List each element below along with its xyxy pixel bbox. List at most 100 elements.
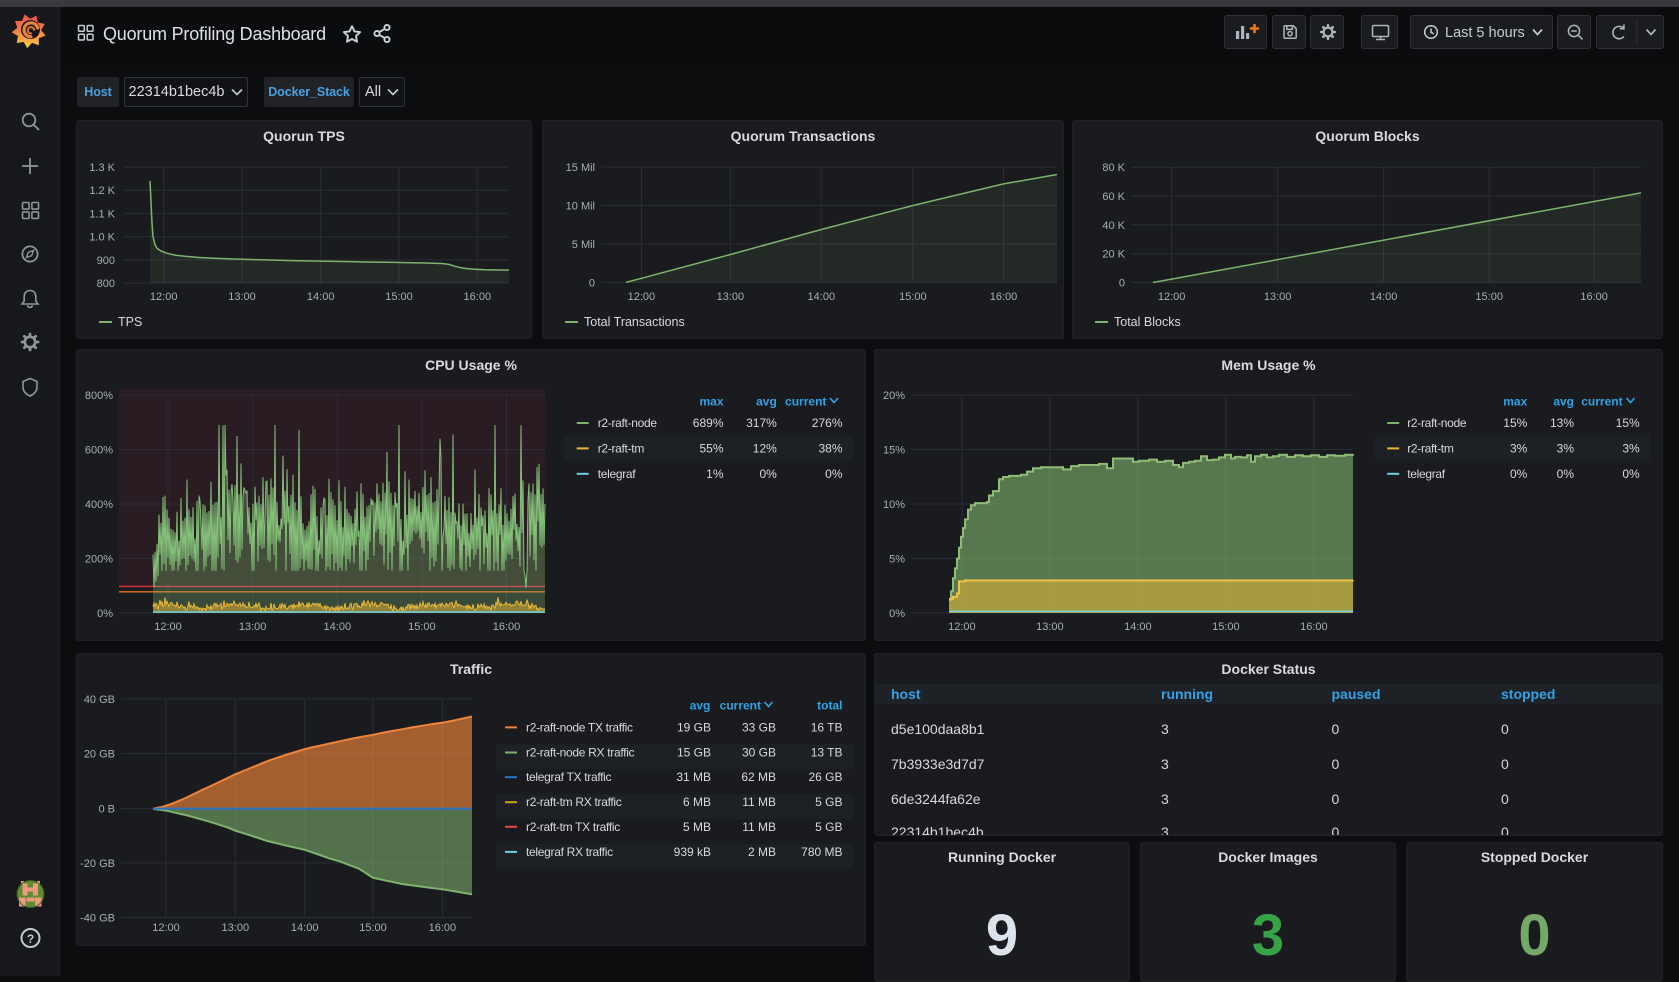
svg-text:12:00: 12:00 [628,291,656,303]
svg-text:400%: 400% [85,499,113,511]
svg-text:0%: 0% [1557,467,1575,481]
svg-text:0: 0 [1501,791,1509,807]
svg-text:Last 5 hours: Last 5 hours [1445,25,1525,41]
svg-text:30 GB: 30 GB [742,746,776,760]
svg-text:38%: 38% [818,441,842,455]
svg-text:3: 3 [1161,721,1169,737]
svg-text:current: current [720,699,761,713]
svg-text:r2-raft-node RX traffic: r2-raft-node RX traffic [526,746,635,760]
svg-text:13:00: 13:00 [222,922,250,934]
svg-text:13%: 13% [1550,416,1574,430]
svg-text:Total Transactions: Total Transactions [584,315,685,329]
svg-text:6 MB: 6 MB [683,795,711,809]
svg-text:14:00: 14:00 [1370,291,1398,303]
svg-text:3%: 3% [1557,441,1575,455]
svg-text:r2-raft-tm: r2-raft-tm [598,441,645,455]
svg-text:31 MB: 31 MB [676,770,711,784]
svg-text:317%: 317% [746,416,777,430]
svg-text:20 GB: 20 GB [84,748,115,760]
svg-text:689%: 689% [693,416,724,430]
svg-text:telegraf RX traffic: telegraf RX traffic [526,845,613,859]
svg-text:800%: 800% [85,390,113,402]
svg-text:15%: 15% [1503,416,1527,430]
svg-text:7b3933e3d7d7: 7b3933e3d7d7 [891,756,985,772]
svg-text:5%: 5% [889,554,905,566]
svg-text:0: 0 [1501,824,1509,836]
svg-text:current: current [1581,395,1622,409]
svg-text:13:00: 13:00 [239,621,267,633]
svg-text:16:00: 16:00 [493,621,521,633]
svg-text:40 GB: 40 GB [84,694,115,706]
svg-text:-20 GB: -20 GB [80,858,115,870]
svg-text:1.3 K: 1.3 K [89,162,115,174]
svg-text:40 K: 40 K [1102,220,1125,232]
svg-text:800: 800 [97,278,115,290]
svg-text:avg: avg [1553,395,1574,409]
svg-text:d5e100daa8b1: d5e100daa8b1 [891,721,985,737]
svg-text:13:00: 13:00 [228,291,256,303]
svg-text:r2-raft-node: r2-raft-node [1407,416,1467,430]
svg-text:11 MB: 11 MB [742,820,776,834]
svg-text:Total Blocks: Total Blocks [1114,315,1181,329]
svg-text:telegraf: telegraf [598,467,637,481]
svg-text:max: max [1503,395,1527,409]
svg-text:stopped: stopped [1501,686,1555,702]
svg-text:paused: paused [1332,686,1381,702]
svg-text:3%: 3% [1622,441,1640,455]
svg-text:26 GB: 26 GB [808,770,842,784]
svg-text:telegraf TX traffic: telegraf TX traffic [526,770,612,784]
svg-text:16:00: 16:00 [464,291,492,303]
svg-text:19 GB: 19 GB [677,720,711,734]
svg-text:1%: 1% [706,467,724,481]
svg-text:276%: 276% [812,416,843,430]
svg-text:r2-raft-tm RX traffic: r2-raft-tm RX traffic [526,795,622,809]
svg-text:0%: 0% [1510,467,1528,481]
svg-text:avg: avg [690,699,711,713]
svg-text:0: 0 [1501,721,1509,737]
svg-text:16:00: 16:00 [990,291,1018,303]
svg-text:TPS: TPS [118,315,142,329]
svg-text:16:00: 16:00 [429,922,457,934]
svg-text:0: 0 [1119,278,1125,290]
svg-text:r2-raft-tm: r2-raft-tm [1407,441,1454,455]
svg-text:12:00: 12:00 [154,621,182,633]
svg-text:running: running [1161,686,1213,702]
svg-text:3%: 3% [1510,441,1528,455]
svg-text:13 TB: 13 TB [811,746,843,760]
svg-text:80 K: 80 K [1102,162,1125,174]
svg-text:5 Mil: 5 Mil [572,239,595,251]
svg-text:13:00: 13:00 [717,291,745,303]
svg-text:13:00: 13:00 [1264,291,1292,303]
svg-text:15:00: 15:00 [1475,291,1503,303]
svg-text:host: host [891,686,921,702]
svg-text:600%: 600% [85,445,113,457]
svg-text:current: current [785,395,826,409]
svg-text:12:00: 12:00 [1158,291,1186,303]
svg-text:0: 0 [1501,756,1509,772]
svg-text:14:00: 14:00 [808,291,836,303]
svg-text:12%: 12% [753,441,777,455]
svg-text:15:00: 15:00 [1212,621,1240,633]
svg-text:16 TB: 16 TB [811,720,843,734]
svg-text:33 GB: 33 GB [742,720,776,734]
svg-text:0%: 0% [889,608,905,620]
svg-text:total: total [817,699,842,713]
svg-text:0%: 0% [759,467,777,481]
svg-text:20%: 20% [883,390,905,402]
svg-text:55%: 55% [699,441,723,455]
svg-text:62 MB: 62 MB [741,770,776,784]
svg-text:1.1 K: 1.1 K [89,208,115,220]
svg-text:0%: 0% [1622,467,1640,481]
svg-text:14:00: 14:00 [1124,621,1152,633]
svg-text:3: 3 [1161,791,1169,807]
svg-text:?: ? [27,932,34,946]
svg-text:10 Mil: 10 Mil [566,201,595,213]
svg-text:avg: avg [756,395,777,409]
svg-text:13:00: 13:00 [1036,621,1064,633]
svg-text:0%: 0% [97,608,113,620]
svg-text:5 GB: 5 GB [815,820,842,834]
svg-text:1.0 K: 1.0 K [89,232,115,244]
svg-text:10%: 10% [883,499,905,511]
svg-text:telegraf: telegraf [1407,467,1446,481]
svg-text:60 K: 60 K [1102,191,1125,203]
